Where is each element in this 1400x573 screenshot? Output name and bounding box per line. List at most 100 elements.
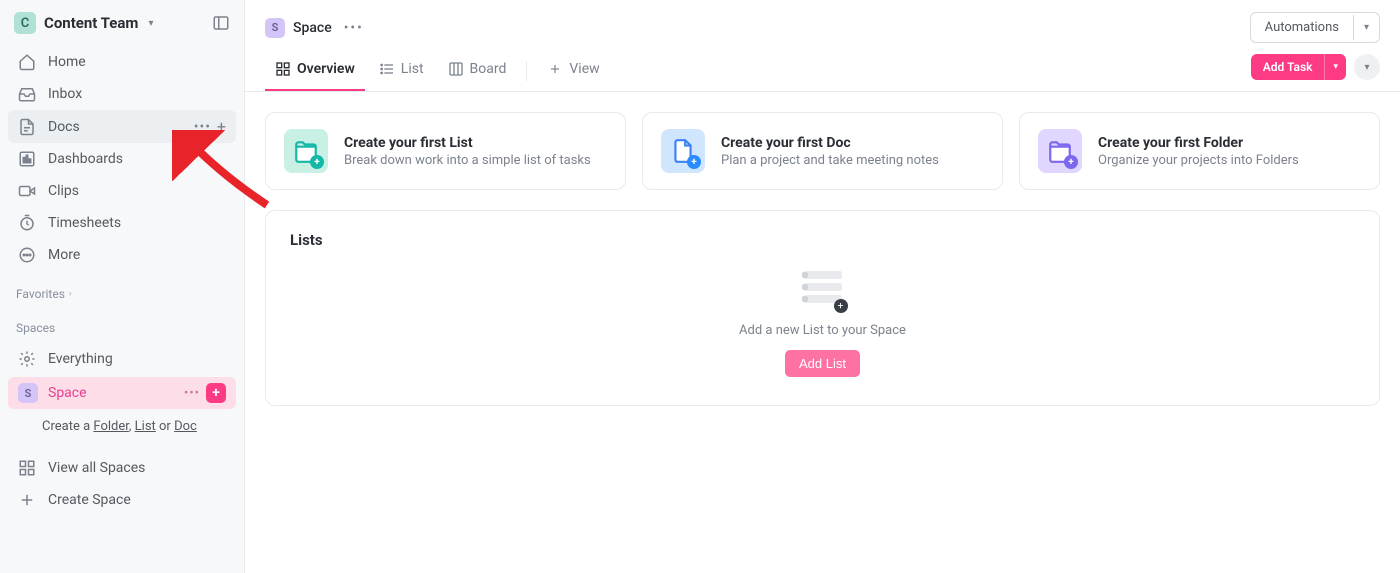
empty-list-icon: +: [800, 269, 846, 311]
card-create-doc[interactable]: + Create your first Doc Plan a project a…: [642, 112, 1003, 190]
plus-icon: [547, 61, 563, 77]
add-task-button: Add Task ▾: [1251, 54, 1346, 80]
space-hint: Create a Folder, List or Doc: [0, 409, 244, 444]
nav-label: Timesheets: [48, 215, 121, 231]
docs-icon: [18, 118, 36, 136]
view-all-spaces[interactable]: View all Spaces: [8, 452, 236, 484]
card-create-list[interactable]: + Create your first List Break down work…: [265, 112, 626, 190]
more-icon[interactable]: •••: [194, 119, 211, 135]
card-create-folder[interactable]: + Create your first Folder Organize your…: [1019, 112, 1380, 190]
hint-list-link[interactable]: List: [135, 419, 156, 434]
nav-label: Docs: [48, 119, 80, 135]
card-subtitle: Organize your projects into Folders: [1098, 153, 1299, 168]
lists-panel: Lists + Add a new List to your Space Add…: [265, 210, 1380, 406]
everything-icon: [18, 350, 36, 368]
breadcrumb: S Space •••: [265, 18, 364, 38]
more-icon[interactable]: •••: [344, 20, 364, 36]
nav-everything[interactable]: Everything: [8, 343, 236, 375]
nav-docs[interactable]: Docs ••• +: [8, 110, 236, 143]
more-icon[interactable]: •••: [184, 386, 200, 401]
plus-badge-icon: +: [1064, 155, 1078, 169]
grid-icon: [18, 459, 36, 477]
plus-icon: [18, 491, 36, 509]
spaces-section: Spaces: [0, 307, 244, 341]
nav-label: Clips: [48, 183, 79, 199]
spaces-list: Everything: [0, 341, 244, 377]
nav-dashboards[interactable]: Dashboards: [8, 143, 236, 175]
space-badge: S: [18, 383, 38, 403]
nav-label: Create Space: [48, 492, 131, 508]
folder-card-icon: +: [1038, 129, 1082, 173]
crumb-badge: S: [265, 18, 285, 38]
favorites-label: Favorites: [16, 287, 65, 301]
hint-doc-link[interactable]: Doc: [174, 419, 197, 434]
nav-label: View all Spaces: [48, 460, 145, 476]
team-name: Content Team: [44, 14, 138, 32]
nav-timesheets[interactable]: Timesheets: [8, 207, 236, 239]
onboarding-cards: + Create your first List Break down work…: [265, 112, 1380, 190]
card-title: Create your first Doc: [721, 135, 939, 151]
sidebar-collapse-icon[interactable]: [212, 14, 230, 32]
topbar: S Space ••• Automations ▾: [245, 0, 1400, 51]
nav-inbox[interactable]: Inbox: [8, 78, 236, 110]
lists-title: Lists: [290, 231, 1355, 249]
sidebar: C Content Team ▾ Home Inbox Docs •••: [0, 0, 245, 573]
doc-card-icon: +: [661, 129, 705, 173]
dashboard-icon: [18, 150, 36, 168]
card-subtitle: Break down work into a simple list of ta…: [344, 153, 591, 168]
space-name: Space: [48, 385, 87, 401]
team-badge: C: [14, 12, 36, 34]
more-circle-icon: [18, 246, 36, 264]
bottom-nav: View all Spaces Create Space: [0, 450, 244, 518]
clips-icon: [18, 182, 36, 200]
favorites-section[interactable]: Favorites ›: [0, 273, 244, 307]
team-switcher[interactable]: C Content Team ▾: [14, 12, 153, 34]
timesheets-icon: [18, 214, 36, 232]
space-item[interactable]: S Space ••• +: [8, 377, 236, 409]
hint-folder-link[interactable]: Folder: [93, 419, 128, 434]
spaces-label: Spaces: [16, 321, 55, 335]
nav-clips[interactable]: Clips: [8, 175, 236, 207]
tab-label: Board: [470, 61, 507, 77]
tab-label: List: [401, 61, 424, 77]
list-icon: [379, 61, 395, 77]
tab-label: Overview: [297, 61, 355, 77]
automations-label[interactable]: Automations: [1251, 13, 1353, 42]
nav-label: Dashboards: [48, 151, 123, 167]
overview-icon: [275, 61, 291, 77]
add-list-button[interactable]: Add List: [785, 350, 860, 377]
plus-badge-icon: +: [687, 155, 701, 169]
add-task-label[interactable]: Add Task: [1251, 54, 1325, 80]
sidebar-header: C Content Team ▾: [0, 0, 244, 44]
tab-add-view[interactable]: View: [537, 51, 609, 91]
nav-more[interactable]: More: [8, 239, 236, 271]
plus-icon[interactable]: +: [217, 117, 226, 136]
automations-button: Automations ▾: [1250, 12, 1380, 43]
list-card-icon: +: [284, 129, 328, 173]
board-icon: [448, 61, 464, 77]
card-title: Create your first List: [344, 135, 591, 151]
add-to-space-button[interactable]: +: [206, 383, 226, 403]
automations-dropdown[interactable]: ▾: [1353, 15, 1379, 40]
content: + Create your first List Break down work…: [245, 92, 1400, 426]
crumb-name[interactable]: Space: [293, 20, 332, 36]
tab-label: View: [569, 61, 599, 77]
nav-label: Inbox: [48, 86, 82, 102]
lists-empty-state: + Add a new List to your Space Add List: [290, 269, 1355, 377]
chevron-down-icon: ▾: [148, 18, 153, 29]
nav-label: More: [48, 247, 80, 263]
home-icon: [18, 53, 36, 71]
card-subtitle: Plan a project and take meeting notes: [721, 153, 939, 168]
add-task-dropdown[interactable]: ▾: [1324, 54, 1346, 80]
chevron-right-icon: ›: [69, 289, 72, 299]
main: S Space ••• Automations ▾ Overview List …: [245, 0, 1400, 573]
tab-separator: [526, 61, 527, 81]
view-options-button[interactable]: ▾: [1354, 54, 1380, 80]
empty-text: Add a new List to your Space: [739, 323, 906, 338]
nav-list: Home Inbox Docs ••• + Dashboards Clips: [0, 44, 244, 273]
tab-overview[interactable]: Overview: [265, 51, 365, 91]
nav-home[interactable]: Home: [8, 46, 236, 78]
tab-board[interactable]: Board: [438, 51, 517, 91]
create-space[interactable]: Create Space: [8, 484, 236, 516]
tab-list[interactable]: List: [369, 51, 434, 91]
